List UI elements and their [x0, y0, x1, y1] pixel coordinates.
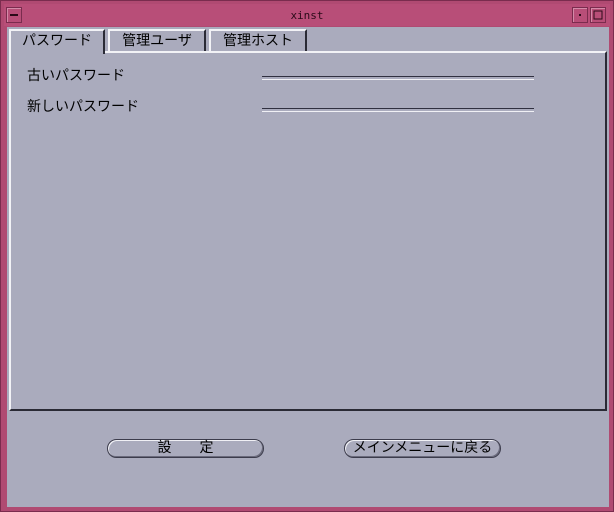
old-password-field[interactable]: [262, 76, 534, 80]
new-password-field[interactable]: [262, 108, 534, 112]
tab-password[interactable]: パスワード: [9, 29, 105, 54]
button-bar: 設 定 メインメニューに戻る: [7, 411, 609, 507]
title-bar[interactable]: xinst: [4, 4, 610, 26]
set-button[interactable]: 設 定: [107, 439, 264, 458]
old-password-label: 古いパスワード: [27, 68, 125, 84]
window-title: xinst: [290, 9, 324, 22]
client-area: パスワード 管理ユーザ 管理ホスト 古いパスワード 新しいパスワード 設 定 メ…: [7, 27, 609, 507]
minimize-icon[interactable]: [572, 7, 588, 23]
tab-admin-hosts[interactable]: 管理ホスト: [209, 29, 307, 52]
new-password-label: 新しいパスワード: [27, 99, 139, 115]
maximize-icon[interactable]: [590, 7, 606, 23]
return-to-main-menu-button[interactable]: メインメニューに戻る: [344, 439, 501, 458]
tab-admin-users[interactable]: 管理ユーザ: [108, 29, 206, 52]
app-window: xinst パスワード 管理ユーザ 管理ホスト 古いパスワード 新しいパスワード…: [0, 0, 614, 512]
password-panel: 古いパスワード 新しいパスワード: [9, 51, 607, 411]
